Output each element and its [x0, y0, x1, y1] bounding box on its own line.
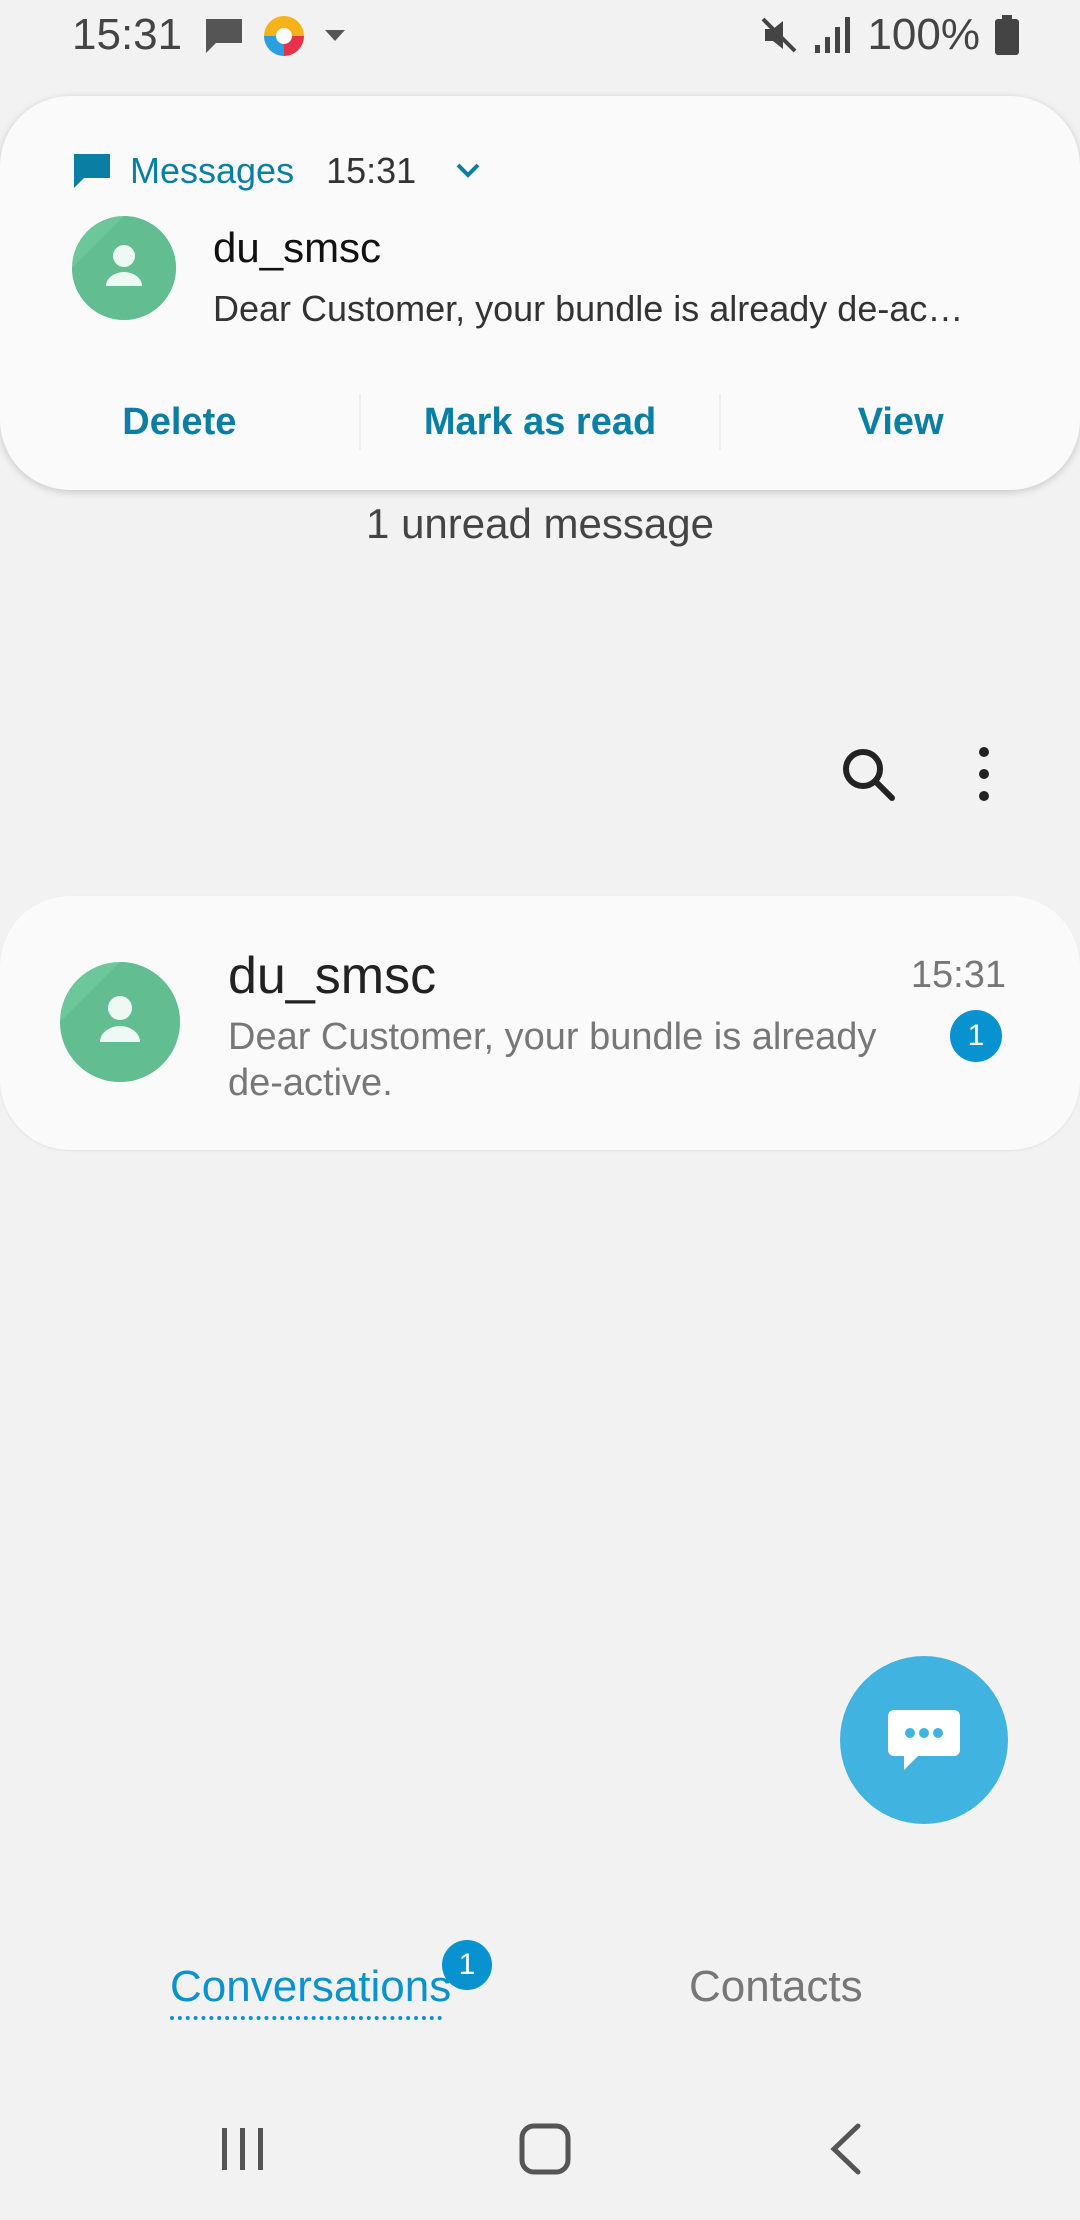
- avatar: [72, 216, 176, 320]
- mark-as-read-button[interactable]: Mark as read: [361, 394, 720, 450]
- tab-conversations[interactable]: Conversations: [170, 1962, 451, 2012]
- tab-contacts[interactable]: Contacts: [689, 1962, 863, 2012]
- conversation-name: du_smsc: [228, 947, 437, 1005]
- back-icon[interactable]: [826, 2122, 866, 2176]
- status-left-icons: [204, 14, 346, 58]
- messages-app-icon: [74, 154, 110, 188]
- notification-time: 15:31: [326, 150, 417, 191]
- recent-apps-icon[interactable]: [218, 2124, 268, 2174]
- contact-person-icon: [60, 962, 180, 1082]
- status-time: 15:31: [72, 10, 183, 59]
- battery-percent: 100%: [867, 10, 980, 59]
- new-message-icon: [888, 1710, 960, 1770]
- notification-sender: du_smsc: [213, 224, 382, 271]
- conversations-badge: 1: [442, 1940, 492, 1990]
- notification-body: Dear Customer, your bundle is already de…: [213, 288, 964, 329]
- delete-button[interactable]: Delete: [0, 394, 359, 450]
- dropdown-caret-icon: [325, 30, 345, 41]
- battery-icon: [995, 15, 1019, 55]
- signal-icon: [815, 17, 851, 53]
- status-right: 100%: [759, 10, 1020, 60]
- conversation-preview: Dear Customer, your bundle is already de…: [228, 1016, 877, 1104]
- chat-bubble-icon: [206, 19, 242, 53]
- view-button[interactable]: View: [721, 394, 1080, 450]
- status-bar: 15:31 100%: [0, 0, 1080, 72]
- notification-card[interactable]: Messages 15:31 du_smsc Dear Customer, yo…: [0, 96, 1080, 490]
- expand-chevron-icon[interactable]: [454, 161, 482, 181]
- search-icon[interactable]: [838, 744, 898, 804]
- avatar: [60, 962, 180, 1082]
- mute-icon: [762, 17, 797, 53]
- compose-button[interactable]: [840, 1656, 1008, 1824]
- notification-header: Messages 15:31: [72, 150, 482, 192]
- active-tab-indicator: [170, 2016, 442, 2020]
- conversation-time: 15:31: [910, 954, 1006, 996]
- notification-actions: Delete Mark as read View: [0, 394, 1080, 450]
- unread-summary: 1 unread message: [366, 500, 714, 547]
- conversation-list-item[interactable]: du_smsc Dear Customer, your bundle is al…: [0, 896, 1080, 1150]
- contact-person-icon: [72, 216, 176, 320]
- notification-app-name: Messages: [130, 150, 295, 191]
- unread-count-badge: 1: [950, 1010, 1002, 1062]
- browser-app-icon: [264, 16, 304, 56]
- home-icon[interactable]: [518, 2122, 572, 2176]
- more-options-icon[interactable]: [960, 744, 1008, 804]
